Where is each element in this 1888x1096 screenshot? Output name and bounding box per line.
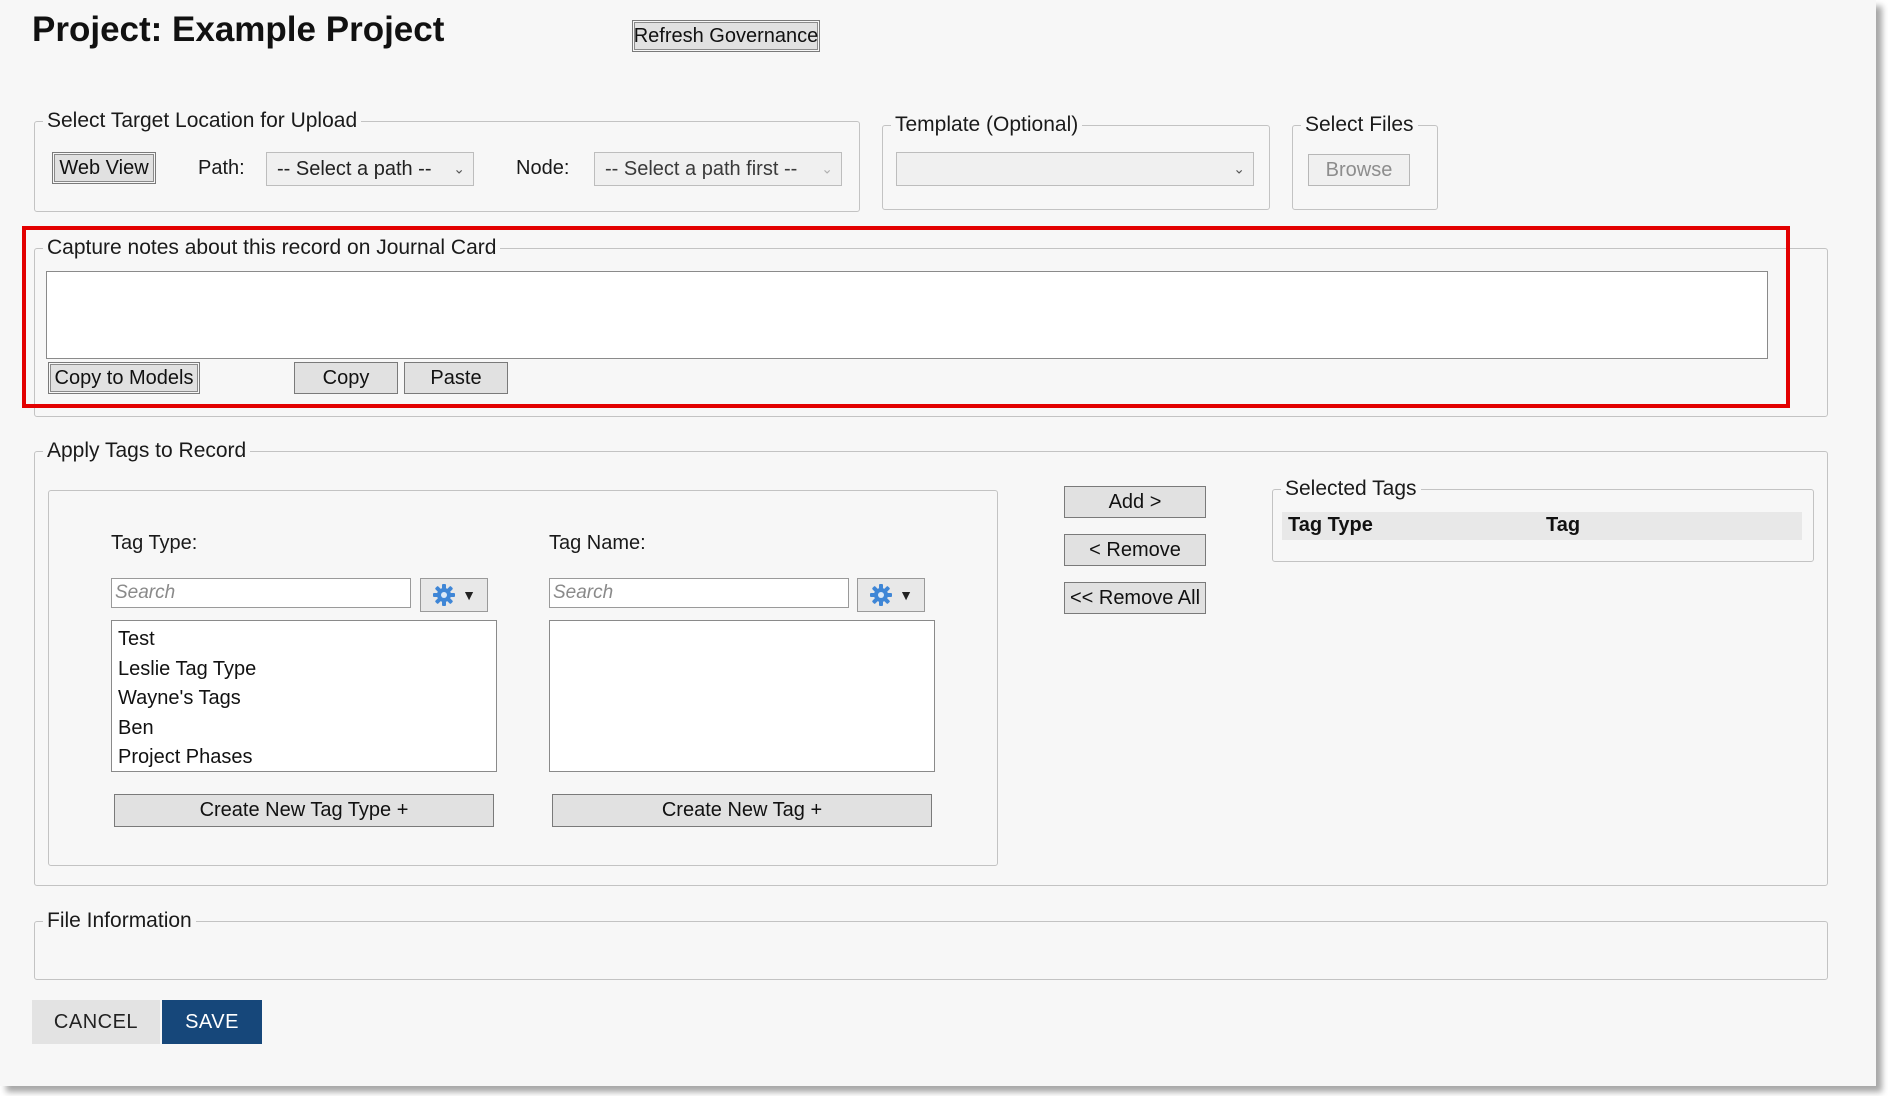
refresh-governance-label: Refresh Governance: [633, 24, 819, 47]
save-button[interactable]: SAVE: [162, 1000, 262, 1044]
tag-name-list[interactable]: [549, 620, 935, 772]
page-title: Project: Example Project: [32, 10, 445, 49]
node-label: Node:: [516, 157, 570, 179]
remove-all-tags-button[interactable]: << Remove All: [1064, 582, 1206, 614]
tag-name-search-placeholder: Search: [553, 582, 614, 603]
add-tag-button[interactable]: Add >: [1064, 486, 1206, 518]
tag-name-search-input[interactable]: Search: [549, 578, 849, 608]
web-view-button[interactable]: Web View: [52, 152, 156, 184]
browse-button[interactable]: Browse: [1308, 154, 1410, 186]
file-information-group: File Information: [34, 910, 1828, 980]
chevron-down-icon: ⌄: [1233, 160, 1245, 177]
gear-icon: [433, 584, 456, 606]
remove-all-tags-label: << Remove All: [1069, 586, 1201, 609]
selected-tags-legend: Selected Tags: [1285, 477, 1417, 500]
select-files-legend: Select Files: [1305, 113, 1414, 136]
node-select[interactable]: -- Select a path first -- ⌄: [594, 152, 842, 186]
tag-name-options-button[interactable]: ▼: [857, 578, 925, 612]
target-location-legend: Select Target Location for Upload: [47, 109, 358, 132]
node-select-value: -- Select a path first --: [605, 157, 798, 180]
upload-dialog: Project: Example Project Refresh Governa…: [0, 0, 1876, 1086]
caret-down-icon: ▼: [899, 587, 913, 603]
chevron-down-icon: ⌄: [453, 160, 465, 177]
tag-type-label: Tag Type:: [111, 532, 198, 554]
column-header-tag[interactable]: Tag: [1546, 514, 1580, 537]
list-item[interactable]: Test: [118, 625, 496, 655]
caret-down-icon: ▼: [462, 587, 476, 603]
tag-type-options-button[interactable]: ▼: [420, 578, 488, 612]
list-item[interactable]: Wayne's Tags: [118, 684, 496, 714]
cancel-button[interactable]: CANCEL: [32, 1000, 160, 1044]
highlight-box: [22, 226, 1790, 408]
apply-tags-legend: Apply Tags to Record: [47, 439, 247, 462]
create-tag-label: Create New Tag +: [661, 799, 823, 821]
tag-type-search-input[interactable]: Search: [111, 578, 411, 608]
remove-tag-label: < Remove: [1089, 538, 1181, 561]
column-header-tag-type[interactable]: Tag Type: [1288, 514, 1373, 537]
refresh-governance-button[interactable]: Refresh Governance: [632, 20, 820, 52]
remove-tag-button[interactable]: < Remove: [1064, 534, 1206, 566]
template-legend: Template (Optional): [895, 113, 1079, 136]
create-tag-type-button[interactable]: Create New Tag Type +: [114, 794, 494, 827]
path-label: Path:: [198, 157, 245, 179]
create-tag-type-label: Create New Tag Type +: [199, 799, 409, 821]
chevron-down-icon: ⌄: [821, 160, 833, 177]
tag-type-search-placeholder: Search: [115, 582, 176, 603]
path-select-value: -- Select a path --: [277, 157, 432, 180]
create-tag-button[interactable]: Create New Tag +: [552, 794, 932, 827]
tag-name-label: Tag Name:: [549, 532, 646, 554]
save-label: SAVE: [185, 1010, 239, 1033]
list-item[interactable]: Ben: [118, 714, 496, 744]
selected-tags-table-header: Tag Type Tag: [1282, 512, 1802, 540]
template-select[interactable]: ⌄: [896, 152, 1254, 186]
tag-type-list[interactable]: Test Leslie Tag Type Wayne's Tags Ben Pr…: [111, 620, 497, 772]
gear-icon: [870, 584, 893, 606]
web-view-label: Web View: [59, 156, 149, 179]
browse-label: Browse: [1325, 158, 1393, 181]
cancel-label: CANCEL: [53, 1010, 139, 1033]
file-information-legend: File Information: [47, 909, 192, 932]
list-item[interactable]: Project Phases: [118, 743, 496, 773]
list-item[interactable]: Leslie Tag Type: [118, 655, 496, 685]
add-tag-label: Add >: [1108, 490, 1162, 513]
path-select[interactable]: -- Select a path -- ⌄: [266, 152, 474, 186]
